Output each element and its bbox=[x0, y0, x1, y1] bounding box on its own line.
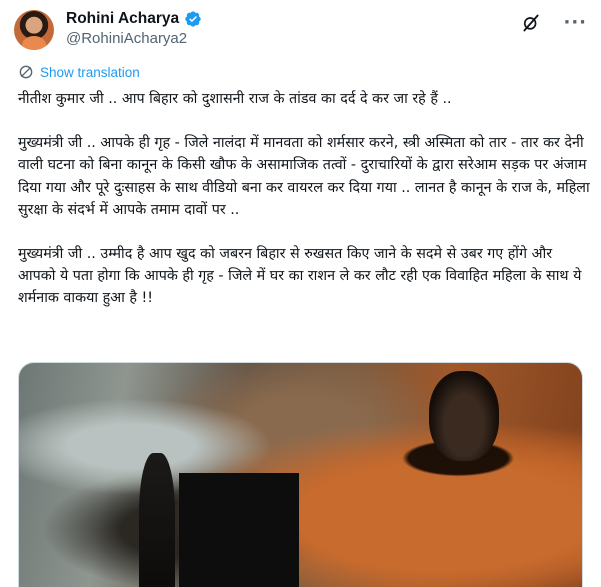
tweet-card: Rohini Acharya @RohiniAcharya2 ··· Show … bbox=[0, 0, 601, 587]
author-display-name[interactable]: Rohini Acharya bbox=[66, 10, 179, 28]
media-figure-head bbox=[429, 371, 499, 461]
globe-icon bbox=[19, 65, 33, 79]
avatar[interactable] bbox=[14, 10, 54, 50]
more-options-icon[interactable]: ··· bbox=[563, 13, 587, 33]
show-translation-label: Show translation bbox=[40, 64, 140, 80]
media-figure-silhouette bbox=[139, 453, 175, 587]
tweet-paragraph-2: मुख्यमंत्री जी .. आपके ही गृह - जिले नाल… bbox=[18, 135, 590, 218]
tweet-text: नीतीश कुमार जी .. आप बिहार को दुशासनी रा… bbox=[18, 88, 590, 310]
author-handle[interactable]: @RohiniAcharya2 bbox=[66, 30, 187, 47]
tweet-paragraph-1: नीतीश कुमार जी .. आप बिहार को दुशासनी रा… bbox=[18, 91, 452, 107]
show-translation-link[interactable]: Show translation bbox=[18, 64, 140, 80]
header-actions: ··· bbox=[521, 13, 587, 33]
media-censor-box bbox=[179, 473, 299, 587]
tweet-paragraph-3: मुख्यमंत्री जी .. उम्मीद है आप खुद को जब… bbox=[18, 246, 582, 307]
author-name-row: Rohini Acharya bbox=[66, 10, 202, 28]
verified-badge-icon bbox=[185, 11, 201, 27]
grok-icon[interactable] bbox=[521, 13, 541, 33]
tweet-media-image[interactable] bbox=[18, 362, 583, 587]
